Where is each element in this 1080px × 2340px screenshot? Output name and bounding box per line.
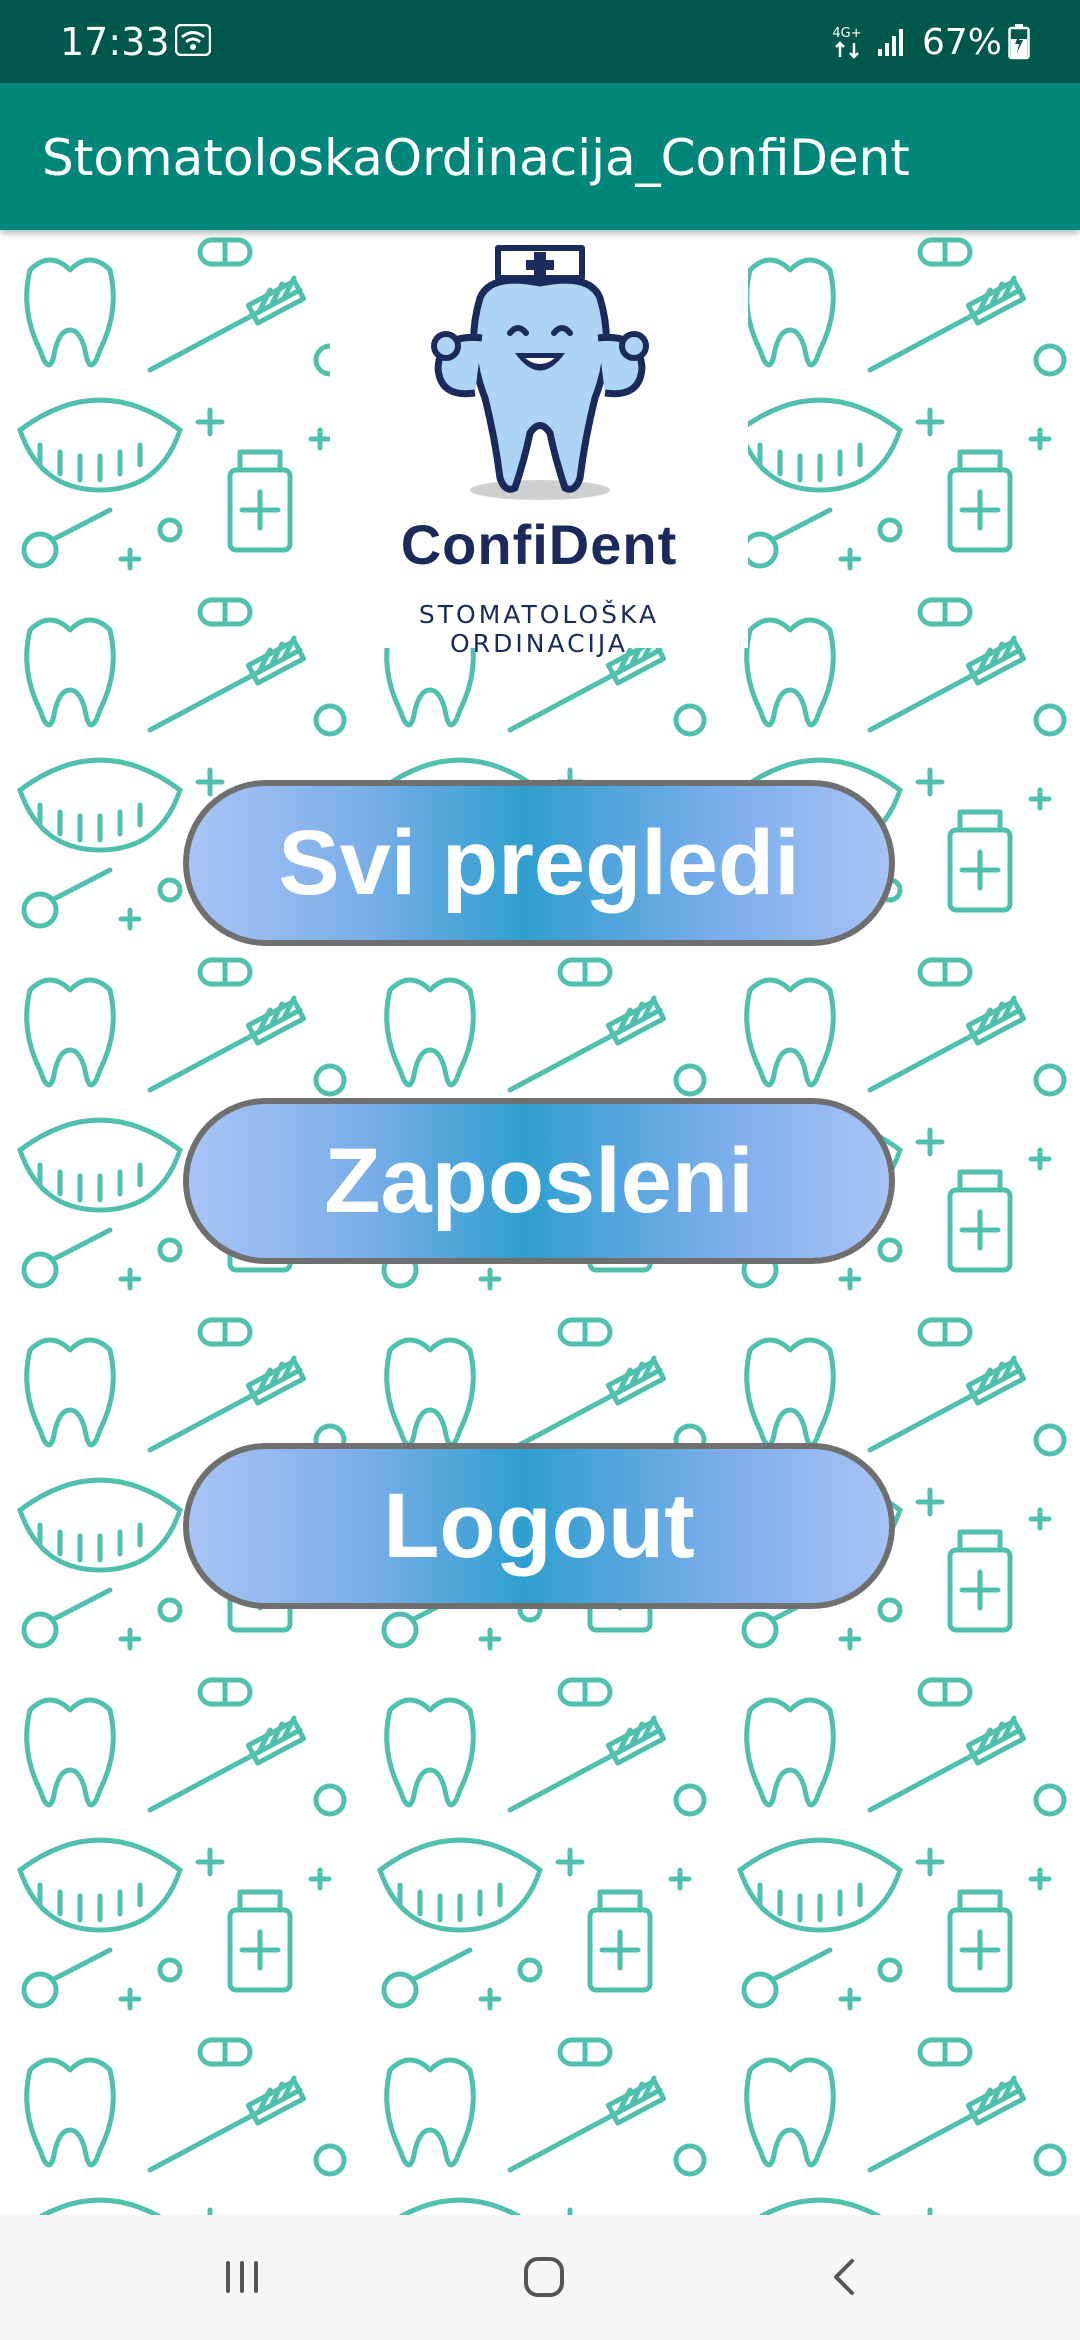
back-icon[interactable] — [822, 2253, 870, 2301]
main-content: ConfiDent STOMATOLOŠKA ORDINACIJA Svi pr… — [0, 230, 1080, 2215]
status-time: 17:33 — [60, 20, 170, 64]
status-bar: 17:33 4G+ 67% — [0, 0, 1080, 83]
battery-percentage: 67% — [921, 21, 1002, 63]
logo-name: ConfiDent — [400, 513, 678, 576]
logo-subtitle: STOMATOLOŠKA ORDINACIJA — [418, 600, 660, 658]
battery-charging-icon — [1008, 24, 1030, 60]
home-icon[interactable] — [520, 2253, 568, 2301]
signal-icon — [877, 29, 903, 56]
recents-icon[interactable] — [218, 2253, 266, 2301]
wifi-icon — [175, 24, 211, 56]
network-4g-icon: 4G+ — [832, 26, 862, 59]
status-indicators: 4G+ 67% — [830, 18, 1030, 66]
confident-logo: ConfiDent STOMATOLOŠKA ORDINACIJA — [330, 230, 748, 658]
svg-text:4G+: 4G+ — [832, 26, 861, 41]
app-bar: StomatoloskaOrdinacija_ConfiDent — [0, 83, 1080, 230]
employees-button[interactable]: Zaposleni — [183, 1098, 895, 1264]
app-title: StomatoloskaOrdinacija_ConfiDent — [42, 129, 910, 187]
system-nav-bar — [0, 2215, 1080, 2340]
all-appointments-button[interactable]: Svi pregledi — [183, 780, 895, 946]
tooth-mascot-icon — [431, 245, 649, 500]
logout-button[interactable]: Logout — [183, 1443, 895, 1609]
